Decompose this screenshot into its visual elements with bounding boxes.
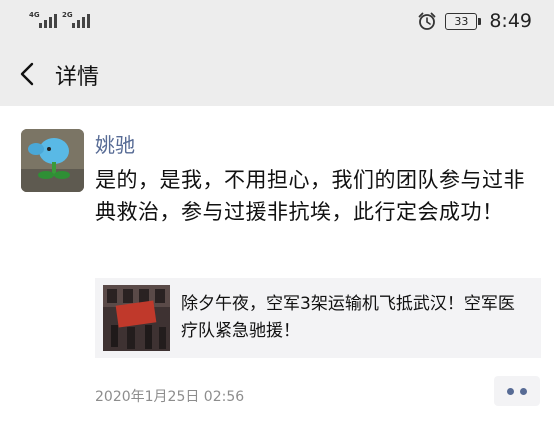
more-dot xyxy=(520,388,527,395)
post-text: 是的，是我，不用担心，我们的团队参与过非典救治，参与过援非抗埃，此行定会成功！ xyxy=(95,168,525,224)
status-bar: 4G 2G 33 8:49 xyxy=(0,0,554,42)
moment-detail: 姚驰 是的，是我，不用担心，我们的团队参与过非典救治，参与过援非抗埃，此行定会成… xyxy=(0,106,554,440)
username[interactable]: 姚驰 xyxy=(95,129,135,158)
battery-icon: 33 xyxy=(445,12,482,30)
more-dots-icon[interactable] xyxy=(494,376,540,406)
avatar[interactable] xyxy=(21,129,84,192)
status-time: 8:49 xyxy=(489,10,532,32)
more-dot xyxy=(507,388,514,395)
nav-bar: 详情 xyxy=(0,42,554,106)
link-title: 除夕午夜，空军3架运输机飞抵武汉！空军医疗队紧急驰援！ xyxy=(181,294,515,341)
battery-level: 33 xyxy=(454,14,469,28)
avatar-image xyxy=(21,129,84,192)
link-thumbnail xyxy=(103,285,170,351)
page-title: 详情 xyxy=(55,65,100,90)
shared-link-card[interactable]: 除夕午夜，空军3架运输机飞抵武汉！空军医疗队紧急驰援！ xyxy=(95,278,541,358)
alarm-icon xyxy=(418,12,436,30)
post-timestamp: 2020年1月25日 02:56 xyxy=(95,389,245,405)
chevron-left-icon[interactable] xyxy=(14,60,42,88)
